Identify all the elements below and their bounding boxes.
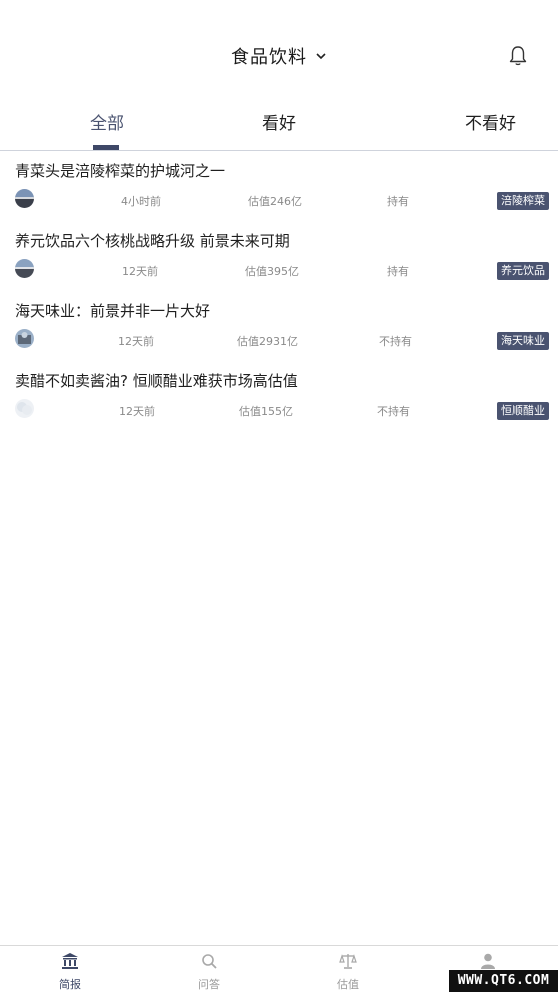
list-item[interactable]: 青菜头是涪陵榨菜的护城河之一 4小时前 估值246亿 持有 涪陵榨菜 [0,151,558,221]
article-time: 12天前 [119,405,155,418]
qa-icon [202,954,217,969]
nav-item-qa[interactable]: 问答 [179,952,239,992]
article-valuation: 估值155亿 [239,405,293,418]
bell-icon[interactable] [506,44,530,68]
article-title: 海天味业：前景并非一片大好 [15,302,211,320]
stock-tag[interactable]: 海天味业 [497,332,549,350]
nav-item-valuation[interactable]: 估值 [318,952,378,992]
user-icon [481,953,495,969]
article-holding: 不持有 [379,335,412,348]
avatar [15,189,34,208]
tab-bearish[interactable]: 不看好 [465,109,516,134]
article-holding: 持有 [387,265,409,278]
tab-bullish[interactable]: 看好 [262,109,296,134]
article-holding: 不持有 [377,405,410,418]
scale-icon [339,954,357,969]
nav-label: 问答 [198,978,220,991]
article-time: 12天前 [122,265,158,278]
page-title: 食品饮料 [231,47,307,68]
tab-all[interactable]: 全部 [90,109,124,134]
article-title: 卖醋不如卖酱油? 恒顺醋业难获市场高估值 [15,372,298,390]
chevron-down-icon [316,53,326,60]
nav-label: 简报 [59,978,81,991]
bank-icon [62,953,78,969]
avatar [15,329,34,348]
stock-tag[interactable]: 养元饮品 [497,262,549,280]
list-item[interactable]: 卖醋不如卖酱油? 恒顺醋业难获市场高估值 12天前 估值155亿 不持有 恒顺醋… [0,361,558,431]
category-selector[interactable]: 食品饮料 [0,43,558,69]
article-valuation: 估值2931亿 [237,335,298,348]
active-tab-indicator [93,145,119,150]
article-time: 4小时前 [121,195,161,208]
list-item[interactable]: 海天味业：前景并非一片大好 12天前 估值2931亿 不持有 海天味业 [0,291,558,361]
avatar [15,259,34,278]
article-title: 养元饮品六个核桃战略升级 前景未来可期 [15,232,290,250]
article-time: 12天前 [118,335,154,348]
article-valuation: 估值246亿 [248,195,302,208]
article-title: 青菜头是涪陵榨菜的护城河之一 [15,162,226,180]
nav-item-briefing[interactable]: 简报 [40,952,100,992]
watermark: WWW.QT6.COM [449,970,558,992]
nav-label: 估值 [337,978,359,991]
avatar [15,399,34,418]
article-holding: 持有 [387,195,409,208]
stock-tag[interactable]: 恒顺醋业 [497,402,549,420]
article-valuation: 估值395亿 [245,265,299,278]
filter-tabs: 全部 看好 不看好 [0,100,558,151]
stock-tag[interactable]: 涪陵榨菜 [497,192,549,210]
header: 食品饮料 [0,0,558,100]
list-item[interactable]: 养元饮品六个核桃战略升级 前景未来可期 12天前 估值395亿 持有 养元饮品 [0,221,558,291]
